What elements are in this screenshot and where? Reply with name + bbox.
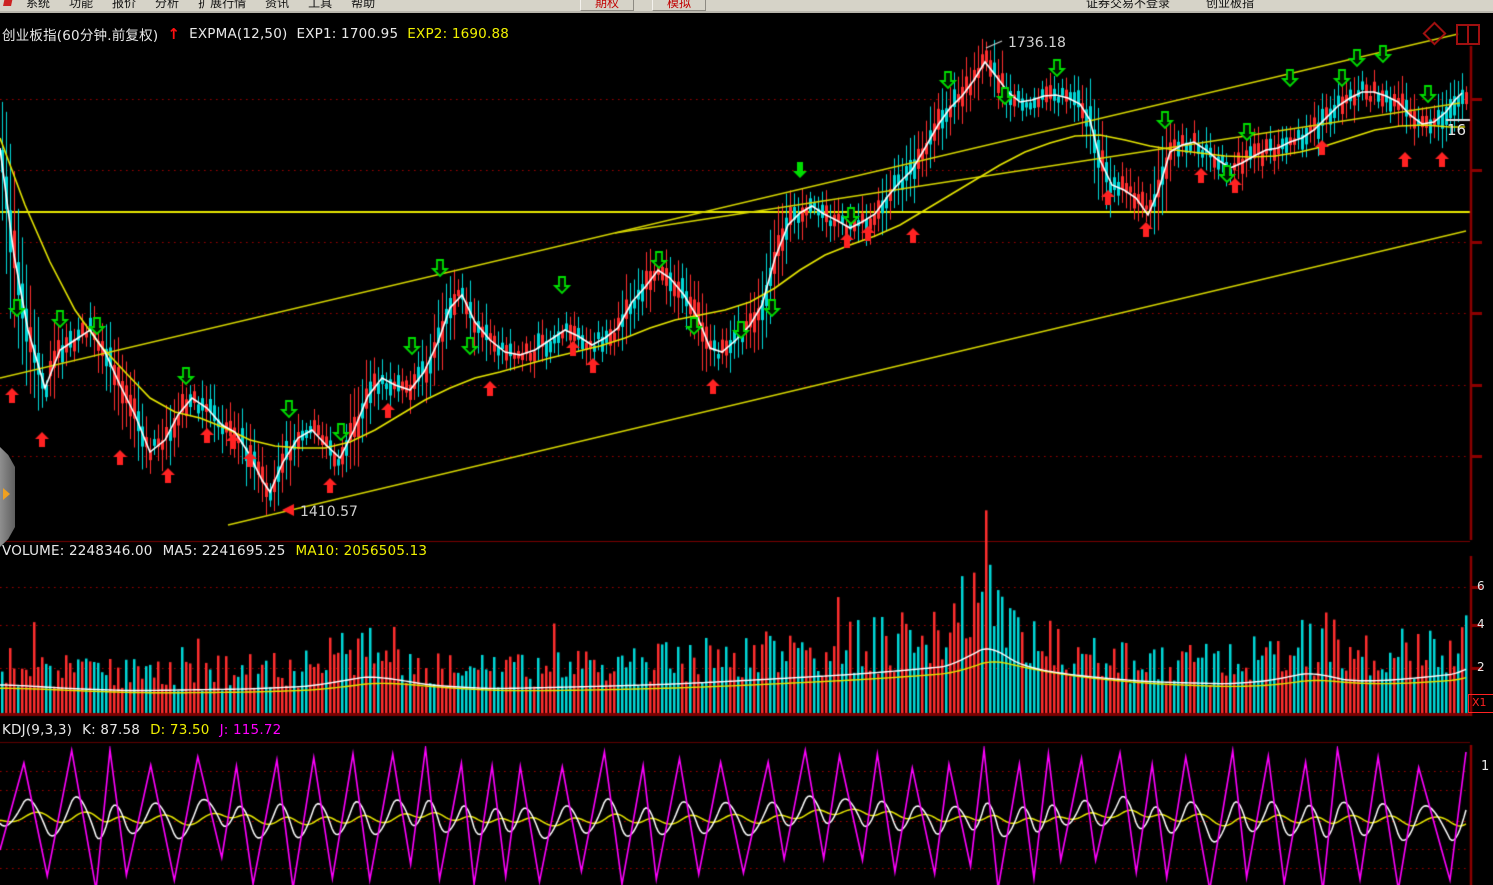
last-price-label: 16 [1447, 121, 1466, 139]
high-price-annotation: 1736.18 [1008, 35, 1066, 51]
symbol-title: 创业板指(60分钟.前复权) [2, 24, 158, 44]
volume-ma5-value: MA5: 2241695.25 [163, 543, 286, 559]
kdj-panel-header: KDJ(9,3,3) K: 87.58 D: 73.50 J: 115.72 [2, 722, 281, 738]
volume-axis-tick-0: 6 [1477, 579, 1485, 593]
menu-button-sim[interactable]: 模拟 [652, 0, 706, 11]
kdj-name[interactable]: KDJ(9,3,3) [2, 722, 72, 738]
menu-item-3[interactable]: 分析 [155, 0, 179, 11]
menu-item-2[interactable]: 报价 [112, 0, 136, 11]
chart-canvas[interactable] [0, 0, 1493, 885]
kdj-d-value: D: 73.50 [150, 722, 209, 738]
menu-right-text: 证券交易不登录 创业板指 [1086, 0, 1254, 11]
current-symbol-label: 创业板指 [1206, 0, 1254, 11]
menu-item-row: 系统 功能 报价 分析 扩展行情 资讯 工具 帮助 [26, 0, 375, 11]
split-window-icon[interactable] [1456, 24, 1480, 45]
kdj-j-value: J: 115.72 [220, 722, 282, 738]
volume-axis-tick-1: 4 [1477, 617, 1485, 631]
menu-item-6[interactable]: 工具 [308, 0, 332, 11]
menu-bar: 系统 功能 报价 分析 扩展行情 资讯 工具 帮助 期权 模拟 证券交易不登录 创业板指 [0, 0, 1493, 13]
indicator-name[interactable]: EXPMA(12,50) [189, 26, 287, 42]
exp1-value: EXP1: 1700.95 [296, 26, 398, 42]
volume-ma10-value: MA10: 2056505.13 [295, 543, 427, 559]
kdj-k-value: K: 87.58 [82, 722, 140, 738]
kdj-axis-label: 1 [1481, 759, 1489, 774]
trade-login-label[interactable]: 证券交易不登录 [1086, 0, 1170, 11]
menu-item-4[interactable]: 扩展行情 [198, 0, 246, 11]
volume-scale-box[interactable]: X1 [1468, 694, 1493, 713]
menu-item-1[interactable]: 功能 [69, 0, 93, 11]
volume-value: VOLUME: 2248346.00 [2, 543, 153, 559]
volume-panel-header: VOLUME: 2248346.00 MA5: 2241695.25 MA10:… [2, 543, 427, 559]
exp2-value: EXP2: 1690.88 [407, 26, 509, 42]
menu-button-options[interactable]: 期权 [580, 0, 634, 11]
volume-axis-tick-2: 2 [1477, 660, 1485, 674]
app-window: 系统 功能 报价 分析 扩展行情 资讯 工具 帮助 期权 模拟 证券交易不登录 创业板指 创业… [0, 0, 1493, 885]
low-price-annotation: 1410.57 [300, 504, 358, 520]
menu-item-0[interactable]: 系统 [26, 0, 50, 11]
app-icon[interactable] [2, 0, 16, 10]
menu-item-7[interactable]: 帮助 [351, 0, 375, 11]
up-arrow-icon: ↑ [167, 29, 180, 39]
menu-item-5[interactable]: 资讯 [265, 0, 289, 11]
main-chart-header: 创业板指(60分钟.前复权) ↑ EXPMA(12,50) EXP1: 1700… [2, 24, 509, 44]
expand-arrow-icon [3, 488, 10, 500]
